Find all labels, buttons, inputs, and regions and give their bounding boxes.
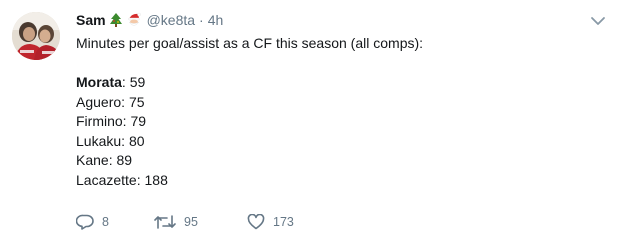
stat-value: 80: [128, 132, 145, 149]
stat-colon: :: [121, 132, 129, 149]
stats-list: Morata: 59 Aguero: 75 Firmino: 79 Lukaku: 8…: [76, 73, 423, 190]
retweet-count: 95: [184, 215, 198, 229]
stat-value: 75: [128, 93, 145, 110]
reply-count: 8: [102, 215, 109, 229]
christmas-tree-icon: [109, 12, 123, 28]
like-count: 173: [273, 215, 294, 229]
avatar[interactable]: [12, 12, 60, 60]
heart-icon: [247, 214, 265, 230]
chevron-down-icon[interactable]: [590, 14, 606, 26]
stat-player: Kane: [76, 152, 109, 168]
stat-value: 59: [129, 74, 146, 90]
stat-line: Morata: 59: [76, 73, 423, 93]
retweet-icon: [154, 214, 176, 230]
stat-player: Firmino: [76, 113, 123, 129]
stat-line: Aguero: 75: [76, 93, 423, 113]
reply-icon: [76, 214, 94, 230]
stat-player: Lukaku: [76, 132, 122, 149]
stat-colon: :: [121, 93, 129, 110]
stat-line: Kane: 89: [76, 151, 423, 171]
tweet-actions: 8 95 173: [76, 214, 327, 230]
retweet-button[interactable]: 95: [154, 214, 247, 230]
tweet-intro: Minutes per goal/assist as a CF this sea…: [76, 35, 424, 51]
stat-colon: :: [136, 171, 145, 188]
santa-icon: [126, 12, 142, 28]
stat-value: 79: [130, 113, 147, 129]
stat-value: 89: [116, 152, 133, 168]
tweet-card[interactable]: Sam @ke8ta · 4h Minutes per goal/assist …: [0, 0, 620, 242]
like-button[interactable]: 173: [247, 214, 327, 230]
avatar-photo: [12, 12, 60, 60]
stat-line: Firmino: 79: [76, 112, 423, 132]
tweet-text: Minutes per goal/assist as a CF this sea…: [76, 34, 423, 190]
stat-player: Aguero: [76, 93, 122, 110]
reply-button[interactable]: 8: [76, 214, 154, 230]
tweet-header: Sam @ke8ta · 4h: [76, 10, 223, 30]
author-name[interactable]: Sam: [76, 12, 106, 28]
stat-colon: :: [121, 74, 130, 90]
stat-player: Lacazette: [76, 171, 137, 188]
author-handle[interactable]: @ke8ta: [147, 12, 195, 28]
tweet-timestamp[interactable]: 4h: [208, 12, 224, 28]
stat-value: 188: [144, 171, 168, 188]
stat-line: Lukaku: 80: [76, 132, 423, 152]
stat-player: Morata: [76, 74, 122, 90]
stat-line: Lacazette: 188: [76, 171, 423, 191]
header-separator: ·: [199, 12, 204, 28]
